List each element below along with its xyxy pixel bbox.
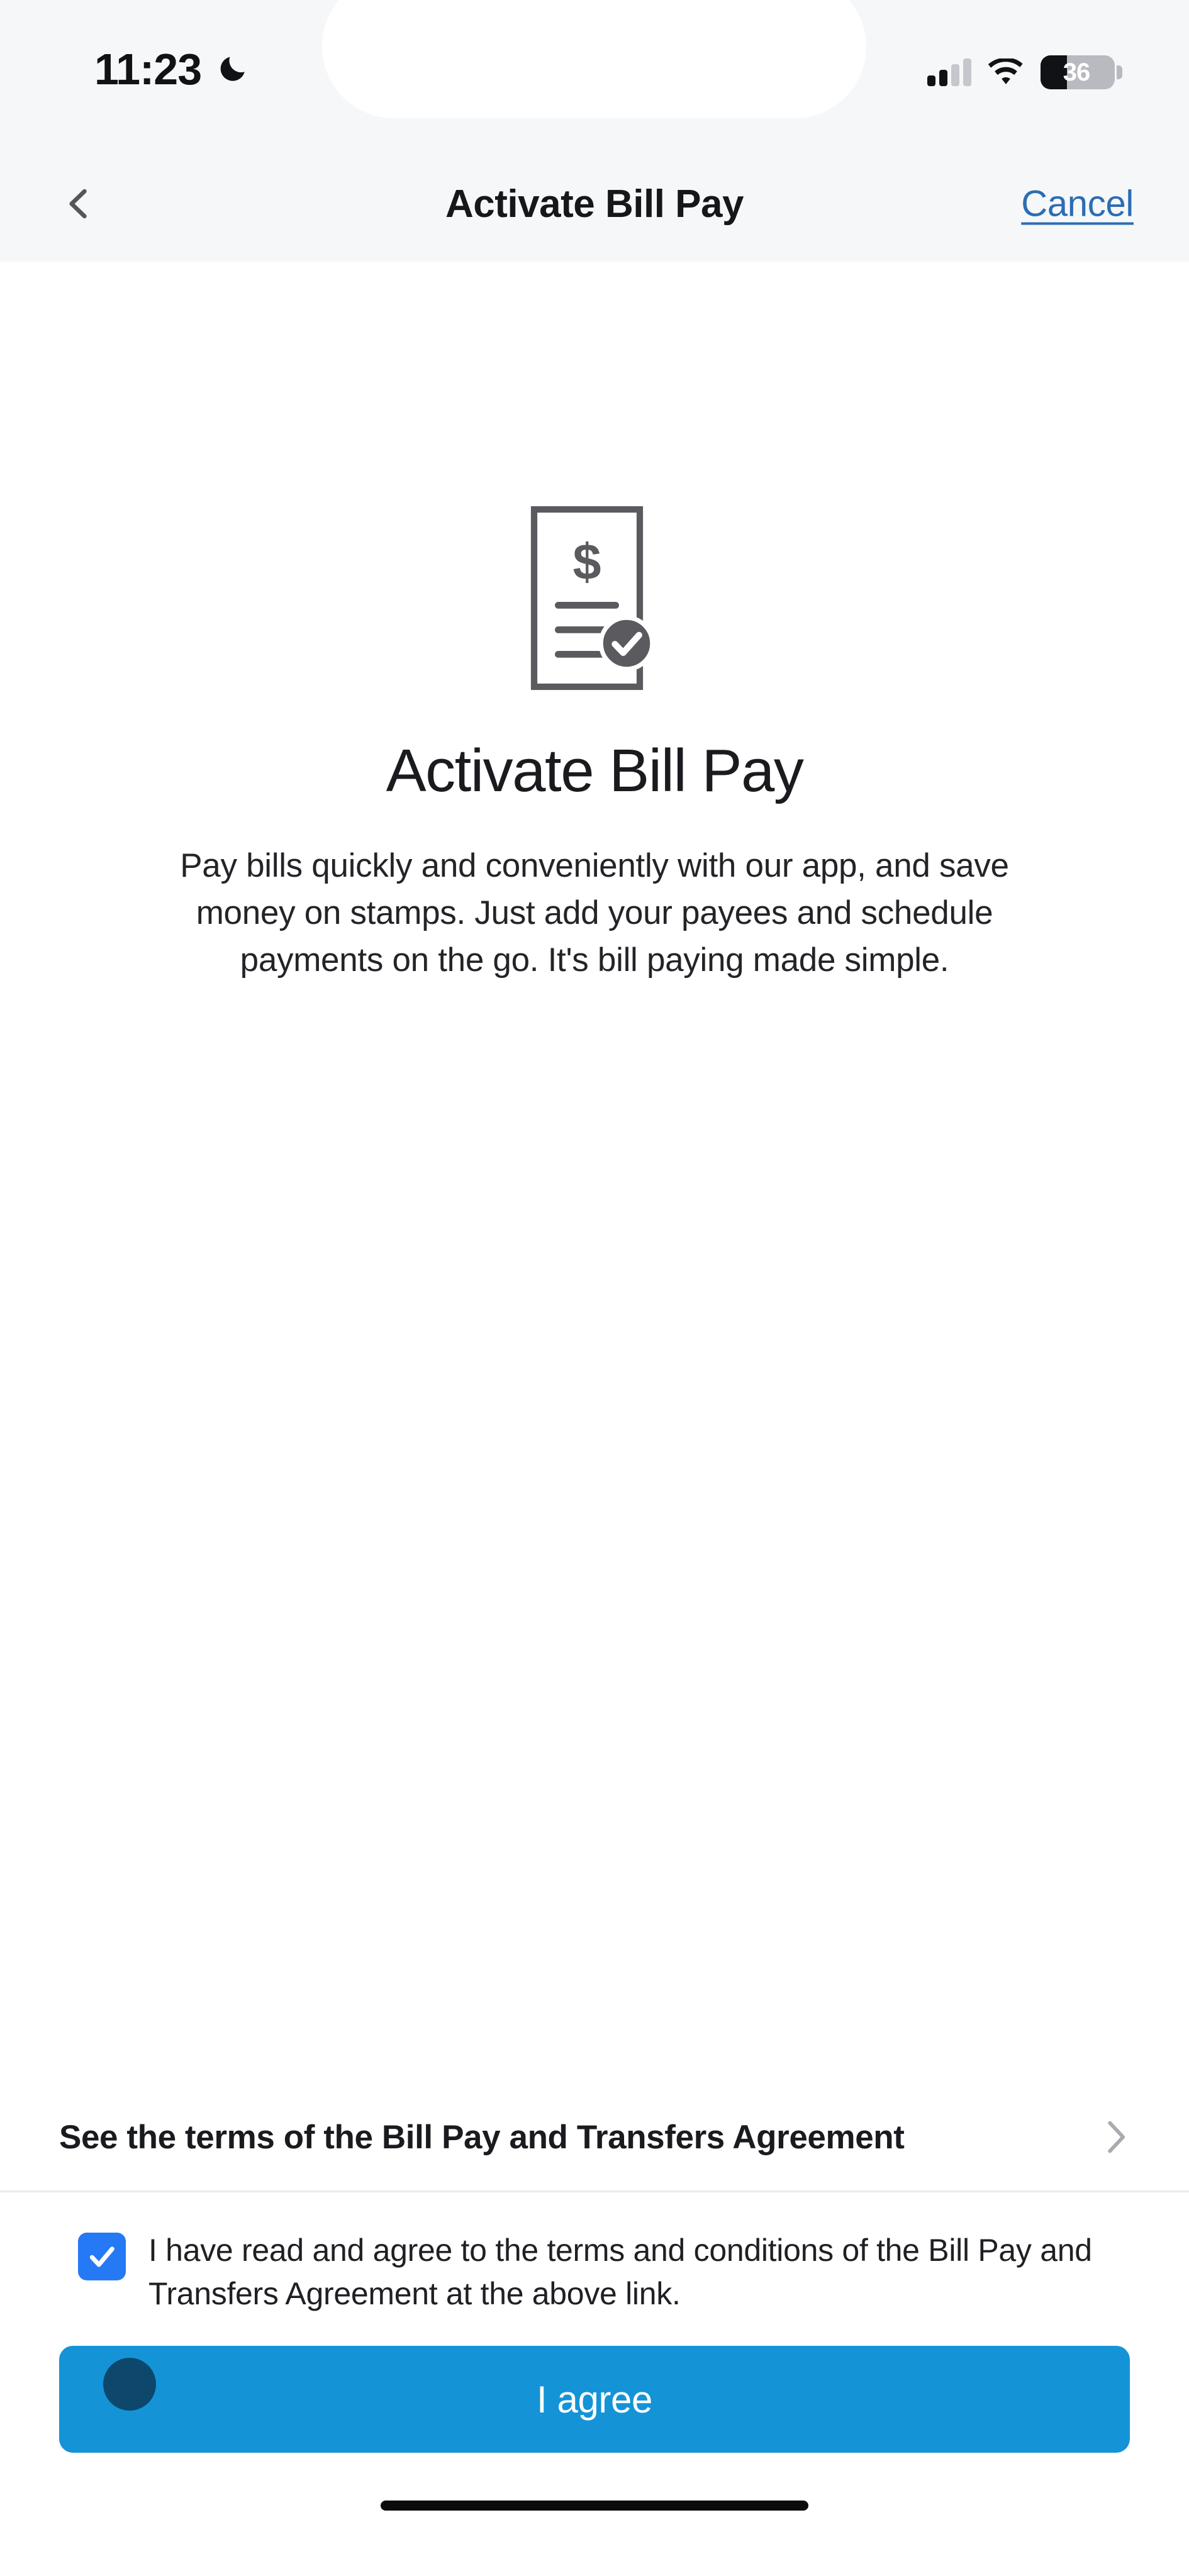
home-indicator-area bbox=[0, 2453, 1189, 2576]
navigation-bar: Activate Bill Pay Cancel bbox=[0, 146, 1189, 262]
battery-icon: 36 bbox=[1041, 55, 1122, 89]
chevron-left-icon bbox=[69, 189, 87, 219]
chevron-right-icon bbox=[1108, 2121, 1125, 2153]
consent-label: I have read and agree to the terms and c… bbox=[148, 2233, 1092, 2311]
status-indicators: 36 bbox=[927, 55, 1122, 89]
touch-point-indicator bbox=[103, 2358, 156, 2411]
camera-notch bbox=[322, 0, 866, 118]
svg-text:$: $ bbox=[572, 534, 601, 591]
terms-checkbox[interactable] bbox=[78, 2233, 126, 2280]
consent-row[interactable]: I have read and agree to the terms and c… bbox=[0, 2192, 1189, 2316]
bill-document-check-icon: $ bbox=[530, 506, 655, 691]
status-time: 11:23 bbox=[94, 45, 202, 94]
cancel-button[interactable]: Cancel bbox=[1021, 183, 1134, 225]
i-agree-label: I agree bbox=[537, 2378, 652, 2421]
moon-icon bbox=[220, 57, 245, 81]
hero-title: Activate Bill Pay bbox=[386, 737, 804, 804]
hero-description: Pay bills quickly and conveniently with … bbox=[180, 847, 1009, 979]
page-title: Activate Bill Pay bbox=[445, 182, 744, 226]
terms-agreement-label: See the terms of the Bill Pay and Transf… bbox=[59, 2118, 905, 2156]
checkmark-icon bbox=[89, 2246, 114, 2267]
battery-cap bbox=[1117, 65, 1122, 79]
primary-action-container: I agree bbox=[0, 2316, 1189, 2453]
wifi-icon bbox=[988, 58, 1023, 84]
status-bar: 11:23 36 bbox=[0, 0, 1189, 146]
bottom-section: See the terms of the Bill Pay and Transf… bbox=[0, 2084, 1189, 2453]
terms-agreement-link-row[interactable]: See the terms of the Bill Pay and Transf… bbox=[0, 2084, 1189, 2190]
back-button[interactable] bbox=[49, 174, 108, 233]
i-agree-button[interactable]: I agree bbox=[59, 2346, 1130, 2453]
battery-percent-label: 36 bbox=[1063, 58, 1091, 86]
cellular-signal-icon bbox=[927, 58, 971, 86]
home-indicator-bar[interactable] bbox=[381, 2501, 808, 2511]
phone-screen: 11:23 36 Activate Bill Pay Cancel $ Acti… bbox=[0, 0, 1189, 2576]
main-content: $ Activate Bill Pay Pay bills quickly an… bbox=[0, 262, 1189, 2084]
